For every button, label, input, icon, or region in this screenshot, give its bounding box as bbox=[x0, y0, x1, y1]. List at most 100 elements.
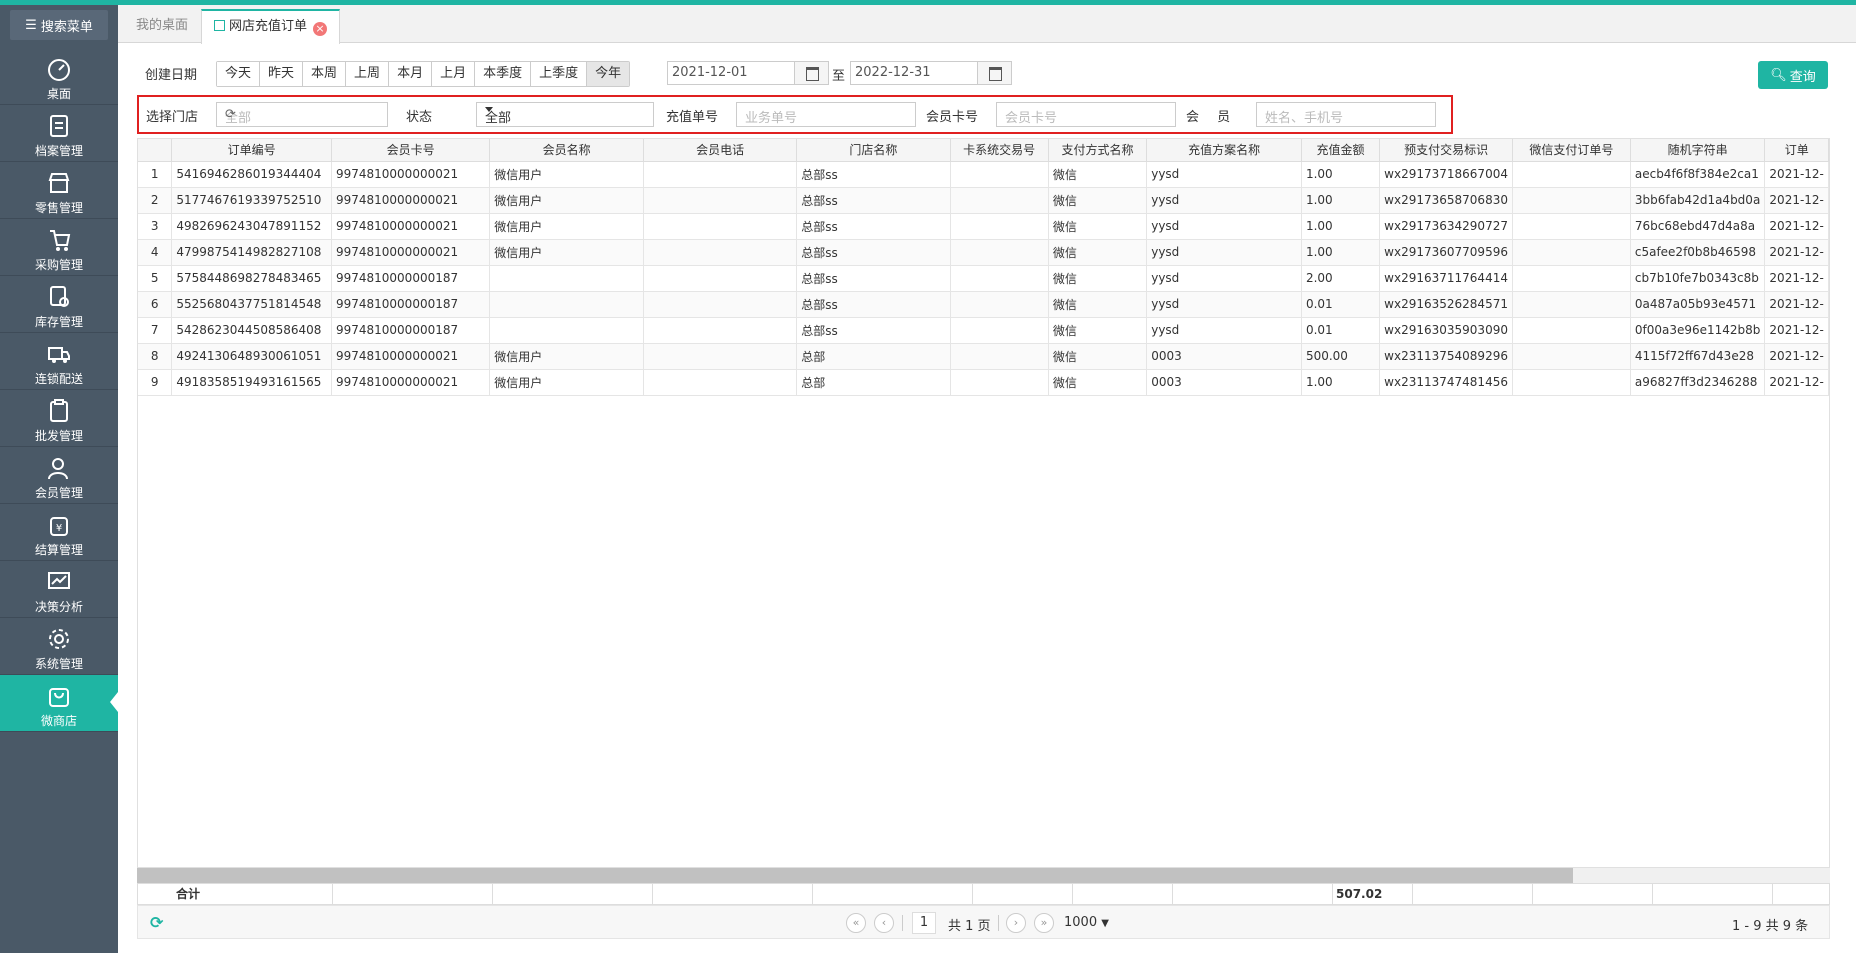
prev-page-icon[interactable]: ‹ bbox=[874, 913, 894, 933]
footer-cell bbox=[1073, 884, 1173, 904]
table-cell: 0.01 bbox=[1301, 317, 1381, 344]
recharge-no-input[interactable]: 业务单号 bbox=[736, 102, 916, 127]
card-input[interactable]: 会员卡号 bbox=[996, 102, 1176, 127]
table-row[interactable]: 2 5177467619339752510 9974810000000021 微信用户… bbox=[138, 187, 1829, 214]
store-select[interactable]: 全部 ⟳ bbox=[216, 102, 388, 127]
sidebar-item-4[interactable]: 库存管理 bbox=[0, 276, 118, 333]
table-cell: yysd bbox=[1146, 239, 1302, 266]
sidebar-item-3[interactable]: 采购管理 bbox=[0, 219, 118, 276]
column-header[interactable]: 充值方案名称 bbox=[1146, 139, 1302, 162]
date-button-4[interactable]: 本月 bbox=[389, 62, 433, 86]
horizontal-scrollbar[interactable] bbox=[137, 868, 1830, 883]
column-header[interactable]: 卡系统交易号 bbox=[950, 139, 1049, 162]
member-input[interactable]: 姓名、手机号 bbox=[1256, 102, 1436, 127]
table-cell: 5416946286019344404 bbox=[171, 161, 332, 188]
column-header[interactable]: 随机字符串 bbox=[1630, 139, 1766, 162]
column-header[interactable]: 门店名称 bbox=[796, 139, 951, 162]
table-row[interactable]: 6 5525680437751814548 9974810000000187 总部ss… bbox=[138, 291, 1829, 318]
sidebar-item-9[interactable]: 决策分析 bbox=[0, 561, 118, 618]
column-header[interactable]: 充值金额 bbox=[1301, 139, 1381, 162]
sidebar-item-5[interactable]: 连锁配送 bbox=[0, 333, 118, 390]
table-cell: wx29173607709596 bbox=[1379, 239, 1513, 266]
sidebar-item-1[interactable]: 档案管理 bbox=[0, 105, 118, 162]
table-cell bbox=[1512, 187, 1631, 214]
sidebar-item-0[interactable]: 桌面 bbox=[0, 48, 118, 105]
first-page-icon[interactable]: « bbox=[846, 913, 866, 933]
date-button-5[interactable]: 上月 bbox=[432, 62, 476, 86]
table-cell: 微信 bbox=[1048, 187, 1148, 214]
table-cell bbox=[643, 369, 798, 396]
last-page-icon[interactable]: » bbox=[1034, 913, 1054, 933]
query-button[interactable]: 🔍︎ 查询 bbox=[1758, 61, 1828, 89]
search-menu-button[interactable]: ☰ 搜索菜单 bbox=[10, 10, 108, 40]
date-button-1[interactable]: 昨天 bbox=[260, 62, 304, 86]
calendar-icon[interactable] bbox=[794, 62, 828, 84]
table-row[interactable]: 9 4918358519493161565 9974810000000021 微信用户… bbox=[138, 369, 1829, 396]
column-header[interactable]: 会员名称 bbox=[489, 139, 644, 162]
table-cell: yysd bbox=[1146, 291, 1302, 318]
table-cell: 微信 bbox=[1048, 369, 1148, 396]
page-size-select[interactable]: 1000 ▼ bbox=[1064, 912, 1122, 934]
column-header[interactable]: 订单 bbox=[1764, 139, 1829, 162]
row-number: 2 bbox=[138, 187, 173, 214]
table-cell: 9974810000000021 bbox=[331, 187, 491, 214]
page-number-input[interactable]: 1 bbox=[912, 912, 936, 934]
date-button-8[interactable]: 今年 bbox=[587, 62, 630, 86]
table-cell bbox=[1512, 369, 1631, 396]
column-header[interactable]: 预支付交易标识 bbox=[1379, 139, 1513, 162]
table-cell: 1.00 bbox=[1301, 369, 1381, 396]
table-row[interactable]: 4 4799875414982827108 9974810000000021 微信用户… bbox=[138, 239, 1829, 266]
table-row[interactable]: 5 5758448698278483465 9974810000000187 总部ss… bbox=[138, 265, 1829, 292]
table-cell: 9974810000000021 bbox=[331, 343, 491, 370]
refresh-icon[interactable]: ⟳ bbox=[225, 107, 379, 122]
inventory-icon bbox=[50, 286, 69, 307]
table-row[interactable]: 3 4982696243047891152 9974810000000021 微信用户… bbox=[138, 213, 1829, 240]
date-to-field[interactable]: 2022-12-31 bbox=[850, 61, 1012, 85]
table-cell bbox=[950, 343, 1049, 370]
cart-icon bbox=[50, 230, 71, 251]
column-header[interactable]: 支付方式名称 bbox=[1048, 139, 1148, 162]
table-cell: yysd bbox=[1146, 213, 1302, 240]
table-cell: 微信 bbox=[1048, 317, 1148, 344]
sidebar-item-label: 批发管理 bbox=[34, 429, 83, 443]
table-row[interactable]: 1 5416946286019344404 9974810000000021 微信用户… bbox=[138, 161, 1829, 188]
table-cell: wx29163711764414 bbox=[1379, 265, 1513, 292]
table-cell: 2.00 bbox=[1301, 265, 1381, 292]
status-select[interactable]: 全部 bbox=[476, 102, 654, 127]
calendar-icon[interactable] bbox=[977, 62, 1011, 84]
column-header[interactable]: 会员电话 bbox=[643, 139, 798, 162]
table-row[interactable]: 7 5428623044508586408 9974810000000187 总部ss… bbox=[138, 317, 1829, 344]
table-cell: 2021-12- bbox=[1764, 369, 1829, 396]
sidebar-item-11[interactable]: 微商店 bbox=[0, 675, 118, 732]
footer-cell bbox=[653, 884, 813, 904]
tab-home[interactable]: 我的桌面 bbox=[122, 9, 202, 43]
sidebar-item-8[interactable]: ¥ 结算管理 bbox=[0, 504, 118, 561]
sidebar-item-10[interactable]: 系统管理 bbox=[0, 618, 118, 675]
table-cell: wx23113747481456 bbox=[1379, 369, 1513, 396]
column-header[interactable]: 会员卡号 bbox=[331, 139, 491, 162]
table-row[interactable]: 8 4924130648930061051 9974810000000021 微信用户… bbox=[138, 343, 1829, 370]
date-button-0[interactable]: 今天 bbox=[217, 62, 261, 86]
refresh-icon[interactable]: ⟳ bbox=[150, 913, 163, 932]
date-from-field[interactable]: 2021-12-01 bbox=[667, 61, 829, 85]
sidebar-item-2[interactable]: 零售管理 bbox=[0, 162, 118, 219]
table-cell: 0a487a05b93e4571 bbox=[1630, 291, 1766, 318]
date-button-3[interactable]: 上周 bbox=[346, 62, 390, 86]
table-cell: 0.01 bbox=[1301, 291, 1381, 318]
table-cell: 5428623044508586408 bbox=[171, 317, 332, 344]
next-page-icon[interactable]: › bbox=[1006, 913, 1026, 933]
date-button-7[interactable]: 上季度 bbox=[531, 62, 588, 86]
scrollbar-thumb[interactable] bbox=[137, 868, 1573, 883]
settlement-icon: ¥ bbox=[50, 517, 68, 536]
date-button-6[interactable]: 本季度 bbox=[475, 62, 532, 86]
date-button-2[interactable]: 本周 bbox=[303, 62, 347, 86]
sidebar-item-6[interactable]: 批发管理 bbox=[0, 390, 118, 447]
table-cell: 1.00 bbox=[1301, 161, 1381, 188]
table-cell: 微信用户 bbox=[489, 161, 644, 188]
tab-recharge-orders[interactable]: 网店充值订单 × bbox=[201, 9, 341, 44]
sidebar-item-7[interactable]: 会员管理 bbox=[0, 447, 118, 504]
column-header[interactable]: 微信支付订单号 bbox=[1512, 139, 1631, 162]
table-cell: 4982696243047891152 bbox=[171, 213, 332, 240]
column-header[interactable]: 订单编号 bbox=[171, 139, 332, 162]
close-icon[interactable]: × bbox=[313, 22, 328, 36]
